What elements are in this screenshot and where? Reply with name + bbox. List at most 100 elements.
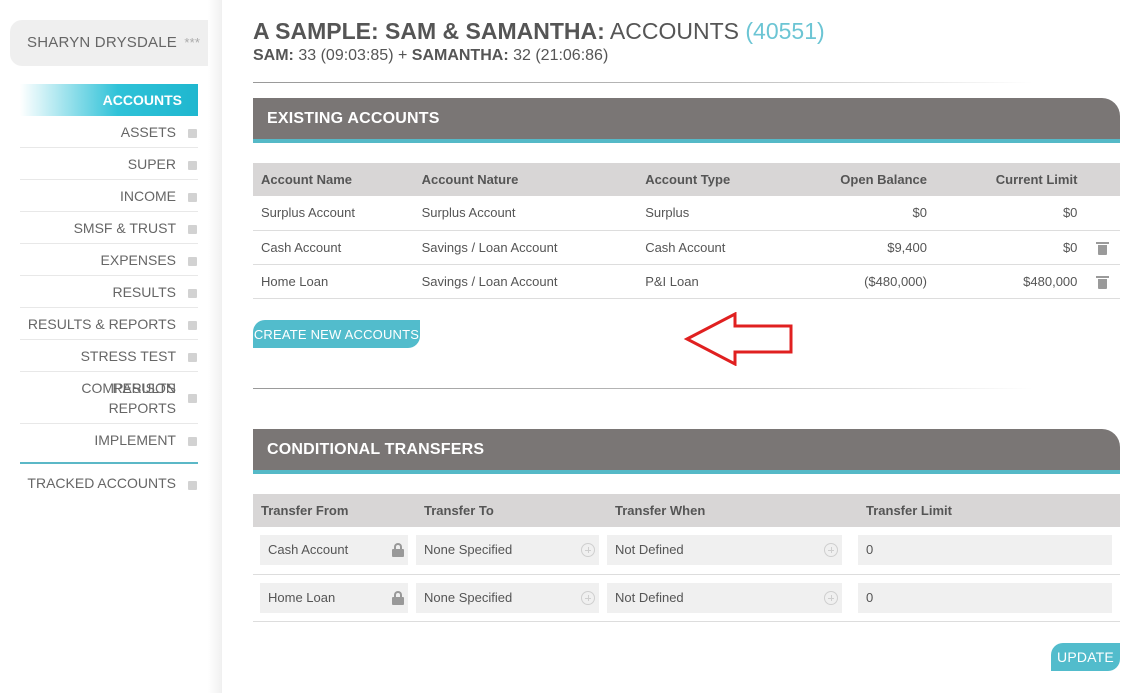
col-transfer-from: Transfer From — [253, 494, 416, 527]
col-account-type[interactable]: Account Type — [637, 163, 780, 196]
nav-label: SUPER — [127, 156, 176, 172]
table-row[interactable]: Home Loan Savings / Loan Account P&I Loa… — [253, 264, 1120, 299]
square-icon — [188, 321, 197, 330]
cell-account-type: Cash Account — [637, 230, 780, 265]
nav-label: REPORTS — [108, 400, 176, 416]
divider — [253, 82, 1033, 83]
square-icon — [188, 289, 197, 298]
user-name: SHARYN DRYSDALE — [27, 34, 177, 51]
add-circle-icon[interactable] — [581, 543, 595, 558]
client-age-2: 32 (21:06:86) — [513, 47, 609, 64]
square-icon — [188, 129, 197, 138]
table-header-row: Account Name Account Nature Account Type… — [253, 163, 1120, 196]
lock-icon — [392, 543, 404, 558]
col-current-limit[interactable]: Current Limit — [934, 163, 1086, 196]
table-row[interactable]: Cash Account Savings / Loan Account Cash… — [253, 230, 1120, 265]
col-transfer-to: Transfer To — [416, 494, 607, 527]
table-row[interactable]: Surplus Account Surplus Account Surplus … — [253, 196, 1120, 231]
section-title: CONDITIONAL TRANSFERS — [267, 441, 485, 458]
nav-item-results[interactable]: RESULTS — [20, 276, 198, 308]
square-icon — [188, 225, 197, 234]
nav-item-tracked-accounts[interactable]: TRACKED ACCOUNTS — [20, 468, 198, 500]
cell-account-name: Cash Account — [253, 230, 414, 265]
col-actions — [1085, 163, 1120, 196]
user-stars: *** — [184, 35, 201, 50]
add-circle-icon[interactable] — [581, 590, 595, 605]
cell-current-limit: $0 — [934, 230, 1086, 265]
cell-transfer-when: Not Defined — [607, 527, 858, 575]
trash-icon[interactable] — [1096, 241, 1110, 255]
cell-transfer-to: None Specified — [416, 527, 607, 575]
cell-account-type: Surplus — [637, 196, 780, 231]
table-row: Cash Account None Specified Not Defined — [253, 527, 1120, 575]
conditional-transfers-table: Transfer From Transfer To Transfer When … — [253, 494, 1120, 622]
col-open-balance[interactable]: Open Balance — [779, 163, 935, 196]
square-icon — [188, 257, 197, 266]
add-circle-icon[interactable] — [824, 543, 838, 558]
cell-current-limit: $480,000 — [934, 264, 1086, 299]
sidebar: SHARYN DRYSDALE *** ACCOUNTS ASSETS SUPE… — [0, 0, 222, 693]
cell-transfer-when: Not Defined — [607, 574, 858, 622]
existing-accounts-header: EXISTING ACCOUNTS — [253, 98, 1120, 143]
transfer-when-field[interactable]: Not Defined — [607, 535, 842, 566]
col-transfer-limit: Transfer Limit — [858, 494, 1120, 527]
col-account-nature[interactable]: Account Nature — [413, 163, 638, 196]
nav-item-stress-test-results[interactable]: STRESS TEST RESULTS — [20, 340, 198, 396]
field-value: None Specified — [424, 589, 513, 605]
square-icon — [188, 481, 197, 490]
cell-open-balance: $9,400 — [779, 230, 935, 265]
client-age-1: 33 (09:03:85) + — [298, 47, 408, 64]
cell-current-limit: $0 — [934, 196, 1086, 231]
user-box[interactable]: SHARYN DRYSDALE *** — [10, 20, 208, 66]
cell-actions — [1085, 230, 1120, 265]
add-circle-icon[interactable] — [824, 590, 838, 605]
nav-label: EXPENSES — [100, 252, 176, 268]
title-client: A SAMPLE: SAM & SAMANTHA: — [253, 18, 605, 44]
transfer-to-field[interactable]: None Specified — [416, 582, 599, 613]
section-title: EXISTING ACCOUNTS — [267, 110, 440, 127]
nav-item-expenses[interactable]: EXPENSES — [20, 244, 198, 276]
cell-account-nature: Savings / Loan Account — [413, 230, 638, 265]
cell-transfer-from: Home Loan — [253, 574, 416, 622]
cell-account-type: P&I Loan — [637, 264, 780, 299]
nav-item-results-reports[interactable]: RESULTS & REPORTS — [20, 308, 198, 340]
trash-icon[interactable] — [1096, 275, 1110, 289]
transfer-limit-input[interactable]: 0 — [858, 535, 1112, 566]
table-row: Home Loan None Specified Not Defined 0 — [253, 574, 1120, 622]
nav-item-assets[interactable]: ASSETS — [20, 116, 198, 148]
nav-item-accounts[interactable]: ACCOUNTS — [20, 84, 198, 116]
field-value: Cash Account — [268, 542, 349, 558]
transfer-from-field[interactable]: Cash Account — [260, 535, 408, 566]
transfer-to-field[interactable]: None Specified — [416, 535, 599, 566]
cell-actions — [1085, 196, 1120, 231]
update-button[interactable]: UPDATE — [1051, 643, 1120, 671]
transfer-from-field[interactable]: Home Loan — [260, 582, 408, 613]
nav-item-income[interactable]: INCOME — [20, 180, 198, 212]
cell-account-nature: Surplus Account — [413, 196, 638, 231]
cell-transfer-from: Cash Account — [253, 527, 416, 575]
nav-label: RESULTS & REPORTS — [27, 316, 176, 332]
create-new-accounts-button[interactable]: CREATE NEW ACCOUNTS — [253, 320, 420, 348]
sidebar-shade — [208, 0, 222, 693]
cell-actions — [1085, 264, 1120, 299]
nav-item-smsf-trust[interactable]: SMSF & TRUST — [20, 212, 198, 244]
lock-icon — [392, 590, 404, 605]
sidebar-nav: ACCOUNTS ASSETS SUPER INCOME SMSF & TRUS… — [20, 84, 198, 500]
nav-item-super[interactable]: SUPER — [20, 148, 198, 180]
transfer-when-field[interactable]: Not Defined — [607, 582, 842, 613]
square-icon — [188, 161, 197, 170]
square-icon — [188, 437, 197, 446]
table-header-row: Transfer From Transfer To Transfer When … — [253, 494, 1120, 527]
nav-item-comparison-reports[interactable]: COMPARISON REPORTS — [20, 372, 198, 424]
cell-transfer-to: None Specified — [416, 574, 607, 622]
nav-item-implement[interactable]: IMPLEMENT — [20, 424, 198, 456]
page-title: A SAMPLE: SAM & SAMANTHA: ACCOUNTS (4055… — [253, 18, 825, 45]
transfer-limit-input[interactable]: 0 — [858, 582, 1112, 613]
cell-transfer-limit: 0 — [858, 527, 1120, 575]
field-value: Not Defined — [615, 542, 684, 558]
nav-label: RESULTS — [112, 284, 176, 300]
client-name-1: SAM: — [253, 47, 294, 64]
nav-label: ACCOUNTS — [102, 92, 182, 108]
col-account-name[interactable]: Account Name — [253, 163, 414, 196]
title-id: (40551) — [745, 18, 825, 44]
